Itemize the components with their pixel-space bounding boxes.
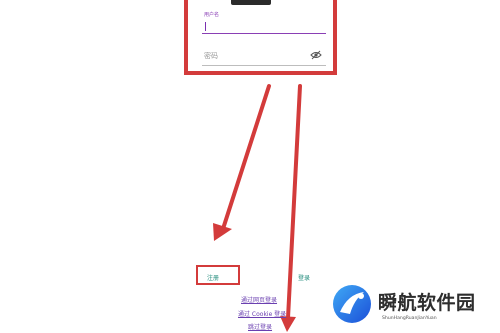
annotation-box-login-form [184,0,337,75]
watermark-subtitle: ShunHangRuanJianYuan [382,316,437,321]
login-button[interactable]: 登录 [298,273,310,282]
annotation-arrowhead-right [280,316,296,332]
register-button[interactable]: 注册 [207,273,219,282]
watermark-logo-icon [333,285,371,323]
skip-login-link[interactable]: 跳过登录 [248,322,272,331]
cookie-login-link[interactable]: 通过 Cookie 登录 [238,309,286,318]
watermark: 瞬航软件园 ShunHangRuanJianYuan [326,280,496,332]
annotation-arrow-left [220,84,271,234]
watermark-title: 瞬航软件园 [378,292,476,314]
annotation-arrowhead-left [213,223,232,241]
annotation-arrow-right [286,84,302,320]
web-login-link[interactable]: 通过网页登录 [241,295,277,304]
